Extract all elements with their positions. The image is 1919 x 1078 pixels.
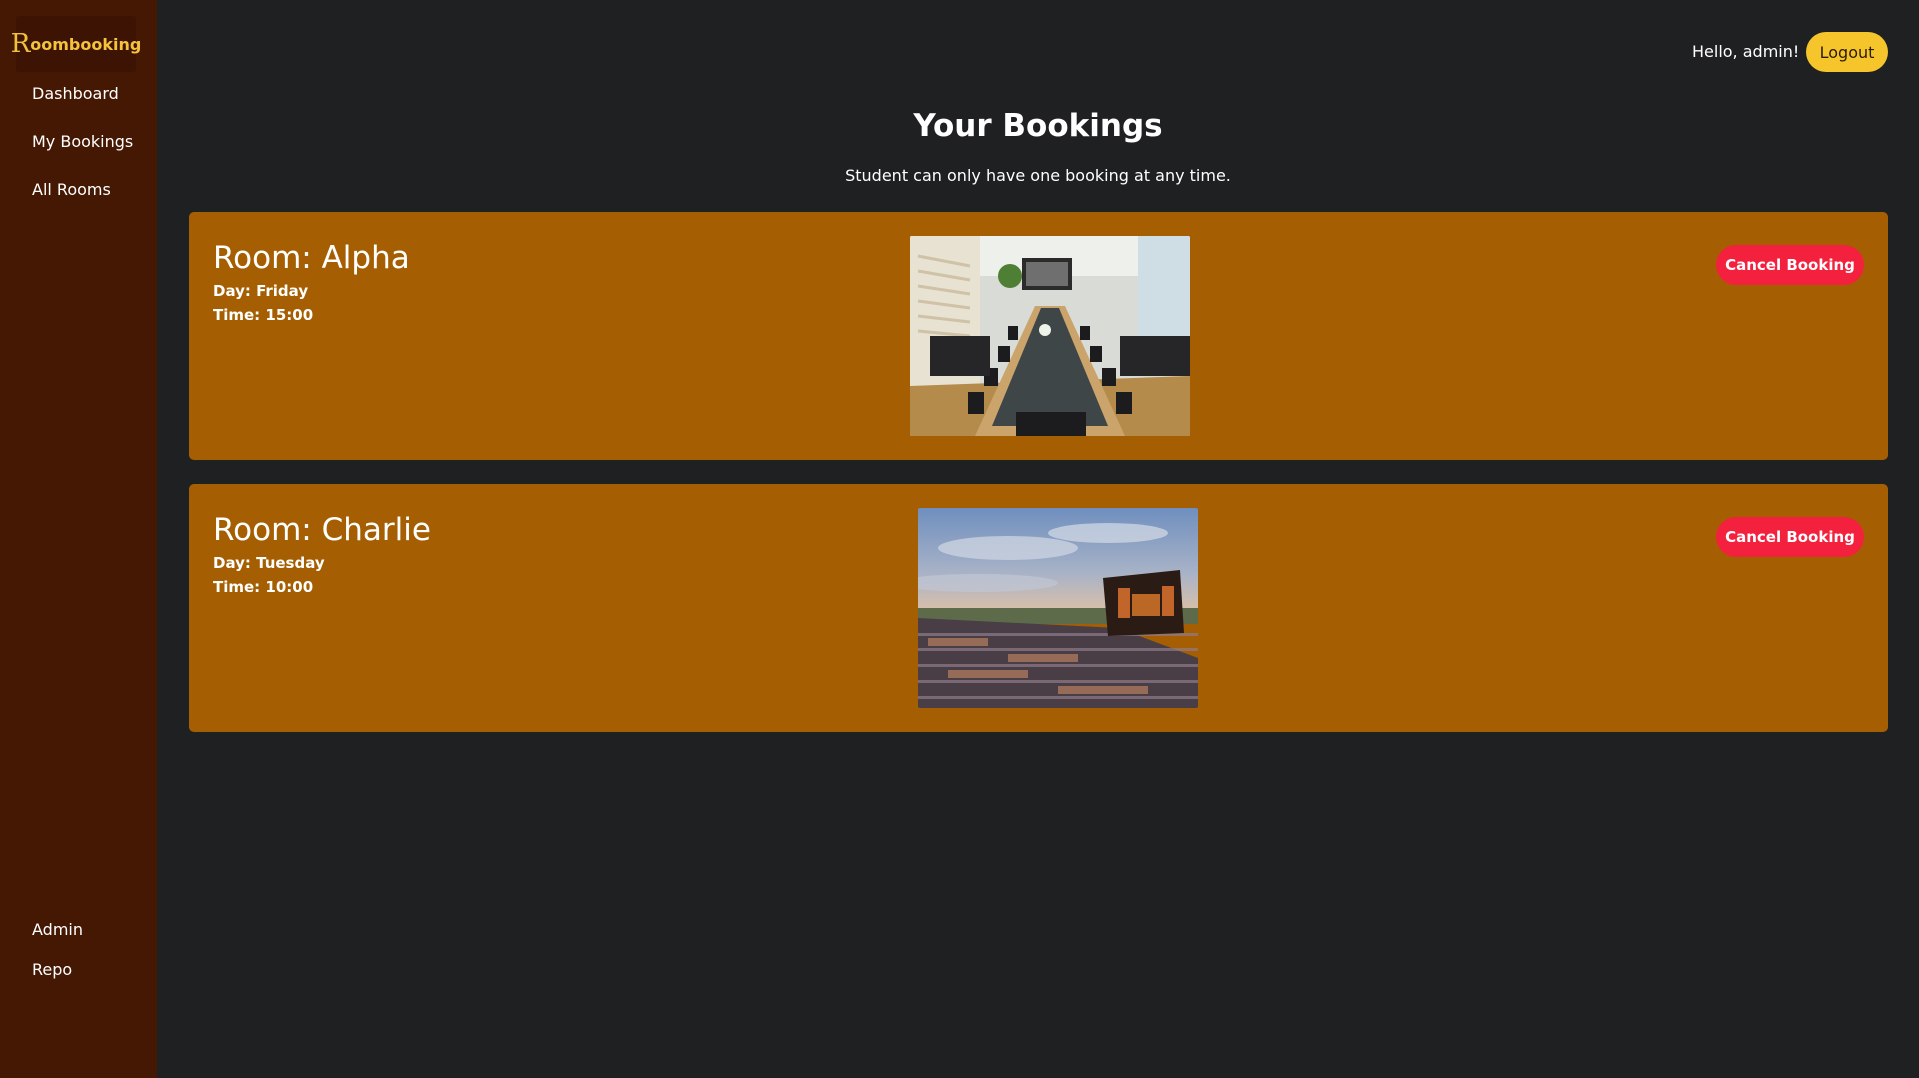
sidebar-item-repo[interactable]: Repo: [32, 960, 72, 979]
booking-card: Room: Charlie Day: Tuesday Time: 10:00 C…: [189, 484, 1888, 732]
cancel-booking-button[interactable]: Cancel Booking: [1716, 517, 1864, 557]
cancel-booking-button[interactable]: Cancel Booking: [1716, 245, 1864, 285]
sidebar-item-dashboard[interactable]: Dashboard: [32, 84, 119, 103]
logout-button[interactable]: Logout: [1806, 32, 1888, 72]
booking-time: Time: 15:00: [213, 306, 314, 324]
greeting-text: Hello, admin!: [1692, 42, 1800, 61]
booking-card: Room: Alpha Day: Friday Time: 15:00 Canc…: [189, 212, 1888, 460]
brand-initial: R: [10, 29, 31, 59]
page-subtitle: Student can only have one booking at any…: [845, 166, 1231, 185]
brand-name: oombooking: [30, 34, 142, 54]
page-title: Your Bookings: [913, 108, 1163, 144]
booking-time: Time: 10:00: [213, 578, 314, 596]
booking-day: Day: Tuesday: [213, 554, 325, 572]
room-name: Room: Alpha: [213, 240, 410, 276]
brand-logo[interactable]: Roombooking: [11, 16, 141, 72]
sidebar: Roombooking Dashboard My Bookings All Ro…: [0, 0, 157, 1078]
sidebar-item-all-rooms[interactable]: All Rooms: [32, 180, 111, 199]
conference-room-image: [910, 236, 1190, 436]
sidebar-item-my-bookings[interactable]: My Bookings: [32, 132, 133, 151]
sidebar-item-admin[interactable]: Admin: [32, 920, 83, 939]
amphitheater-image: [918, 508, 1198, 708]
booking-day: Day: Friday: [213, 282, 309, 300]
room-name: Room: Charlie: [213, 512, 431, 548]
